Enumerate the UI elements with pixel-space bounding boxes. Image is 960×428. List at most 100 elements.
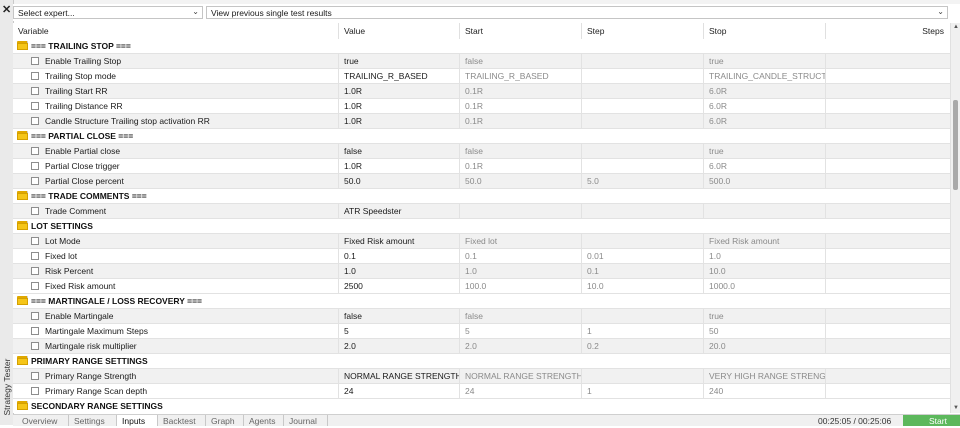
stop-cell[interactable]: true xyxy=(704,54,826,68)
tab-agents[interactable]: Agents xyxy=(244,415,284,426)
stop-cell[interactable]: 6.0R xyxy=(704,114,826,128)
optimize-checkbox[interactable] xyxy=(31,162,39,170)
start-cell[interactable]: 0.1 xyxy=(460,249,582,263)
stop-cell[interactable]: 1.0 xyxy=(704,249,826,263)
step-cell[interactable] xyxy=(582,114,704,128)
optimize-checkbox[interactable] xyxy=(31,372,39,380)
step-cell[interactable] xyxy=(582,84,704,98)
parameter-row[interactable]: Primary Range Strength NORMAL RANGE STREN… xyxy=(13,369,950,384)
value-cell[interactable]: false xyxy=(339,144,460,158)
value-cell[interactable]: 24 xyxy=(339,384,460,398)
parameter-row[interactable]: Martingale Maximum Steps 5 5 1 50 xyxy=(13,324,950,339)
start-button[interactable]: Start xyxy=(903,415,960,426)
value-cell[interactable]: false xyxy=(339,309,460,323)
group-row[interactable]: === MARTINGALE / LOSS RECOVERY === xyxy=(13,294,950,309)
stop-cell[interactable]: true xyxy=(704,144,826,158)
optimize-checkbox[interactable] xyxy=(31,177,39,185)
value-cell[interactable]: Fixed Risk amount xyxy=(339,234,460,248)
stop-cell[interactable]: VERY HIGH RANGE STRENG... xyxy=(704,369,826,383)
optimize-checkbox[interactable] xyxy=(31,237,39,245)
group-row[interactable]: === TRADE COMMENTS === xyxy=(13,189,950,204)
start-cell[interactable]: Fixed lot xyxy=(460,234,582,248)
optimize-checkbox[interactable] xyxy=(31,87,39,95)
column-header-stop[interactable]: Stop xyxy=(704,23,826,39)
stop-cell[interactable]: 10.0 xyxy=(704,264,826,278)
column-header-steps[interactable]: Steps xyxy=(826,23,950,39)
stop-cell[interactable]: Fixed Risk amount xyxy=(704,234,826,248)
value-cell[interactable]: true xyxy=(339,54,460,68)
vertical-scrollbar[interactable]: ▲ ▼ xyxy=(950,23,960,413)
step-cell[interactable] xyxy=(582,54,704,68)
start-cell[interactable]: NORMAL RANGE STRENGTH xyxy=(460,369,582,383)
start-cell[interactable]: 50.0 xyxy=(460,174,582,188)
optimize-checkbox[interactable] xyxy=(31,312,39,320)
value-cell[interactable]: ATR Speedster xyxy=(339,204,460,218)
step-cell[interactable] xyxy=(582,204,704,218)
parameter-row[interactable]: Risk Percent 1.0 1.0 0.1 10.0 xyxy=(13,264,950,279)
tab-overview[interactable]: Overview xyxy=(17,415,69,426)
parameter-row[interactable]: Trade Comment ATR Speedster xyxy=(13,204,950,219)
step-cell[interactable] xyxy=(582,144,704,158)
parameter-row[interactable]: Fixed lot 0.1 0.1 0.01 1.0 xyxy=(13,249,950,264)
tab-journal[interactable]: Journal xyxy=(284,415,328,426)
optimize-checkbox[interactable] xyxy=(31,327,39,335)
group-row[interactable]: === PARTIAL CLOSE === xyxy=(13,129,950,144)
step-cell[interactable]: 1 xyxy=(582,384,704,398)
parameter-row[interactable]: Enable Trailing Stop true false true xyxy=(13,54,950,69)
step-cell[interactable]: 0.2 xyxy=(582,339,704,353)
value-cell[interactable]: 2500 xyxy=(339,279,460,293)
group-row[interactable]: LOT SETTINGS xyxy=(13,219,950,234)
step-cell[interactable]: 0.1 xyxy=(582,264,704,278)
value-cell[interactable]: TRAILING_R_BASED xyxy=(339,69,460,83)
step-cell[interactable] xyxy=(582,309,704,323)
results-select[interactable]: View previous single test results ⌄ xyxy=(206,6,948,19)
value-cell[interactable]: NORMAL RANGE STRENGTH xyxy=(339,369,460,383)
optimize-checkbox[interactable] xyxy=(31,267,39,275)
value-cell[interactable]: 1.0R xyxy=(339,84,460,98)
optimize-checkbox[interactable] xyxy=(31,207,39,215)
optimize-checkbox[interactable] xyxy=(31,147,39,155)
stop-cell[interactable]: 240 xyxy=(704,384,826,398)
parameter-row[interactable]: Lot Mode Fixed Risk amount Fixed lot Fixed … xyxy=(13,234,950,249)
parameter-row[interactable]: Candle Structure Trailing stop activatio… xyxy=(13,114,950,129)
stop-cell[interactable]: 6.0R xyxy=(704,159,826,173)
tab-backtest[interactable]: Backtest xyxy=(158,415,206,426)
start-cell[interactable]: 24 xyxy=(460,384,582,398)
optimize-checkbox[interactable] xyxy=(31,102,39,110)
start-cell[interactable]: 0.1R xyxy=(460,84,582,98)
stop-cell[interactable]: TRAILING_CANDLE_STRUCT... xyxy=(704,69,826,83)
value-cell[interactable]: 1.0R xyxy=(339,159,460,173)
tab-settings[interactable]: Settings xyxy=(69,415,117,426)
step-cell[interactable] xyxy=(582,234,704,248)
parameter-row[interactable]: Fixed Risk amount 2500 100.0 10.0 1000.0 xyxy=(13,279,950,294)
parameter-row[interactable]: Trailing Start RR 1.0R 0.1R 6.0R xyxy=(13,84,950,99)
step-cell[interactable]: 10.0 xyxy=(582,279,704,293)
parameter-row[interactable]: Partial Close trigger 1.0R 0.1R 6.0R xyxy=(13,159,950,174)
scrollbar-thumb[interactable] xyxy=(953,100,958,190)
tab-inputs[interactable]: Inputs xyxy=(117,415,158,426)
group-row[interactable]: SECONDARY RANGE SETTINGS xyxy=(13,399,950,413)
start-cell[interactable]: 0.1R xyxy=(460,159,582,173)
parameter-row[interactable]: Enable Partial close false false true xyxy=(13,144,950,159)
value-cell[interactable]: 1.0 xyxy=(339,264,460,278)
start-cell[interactable]: 2.0 xyxy=(460,339,582,353)
tab-graph[interactable]: Graph xyxy=(206,415,244,426)
step-cell[interactable] xyxy=(582,159,704,173)
value-cell[interactable]: 1.0R xyxy=(339,99,460,113)
start-cell[interactable]: 0.1R xyxy=(460,114,582,128)
optimize-checkbox[interactable] xyxy=(31,57,39,65)
stop-cell[interactable]: 1000.0 xyxy=(704,279,826,293)
parameter-row[interactable]: Martingale risk multiplier 2.0 2.0 0.2 20.0 xyxy=(13,339,950,354)
stop-cell[interactable]: 50 xyxy=(704,324,826,338)
parameter-row[interactable]: Trailing Stop mode TRAILING_R_BASED TRAILI… xyxy=(13,69,950,84)
step-cell[interactable]: 0.01 xyxy=(582,249,704,263)
scroll-up-icon[interactable]: ▲ xyxy=(952,23,960,32)
expert-select[interactable]: Select expert... ⌄ xyxy=(13,6,203,19)
value-cell[interactable]: 0.1 xyxy=(339,249,460,263)
start-cell[interactable]: false xyxy=(460,309,582,323)
start-cell[interactable] xyxy=(460,204,582,218)
step-cell[interactable]: 5.0 xyxy=(582,174,704,188)
value-cell[interactable]: 5 xyxy=(339,324,460,338)
optimize-checkbox[interactable] xyxy=(31,387,39,395)
group-row[interactable]: PRIMARY RANGE SETTINGS xyxy=(13,354,950,369)
